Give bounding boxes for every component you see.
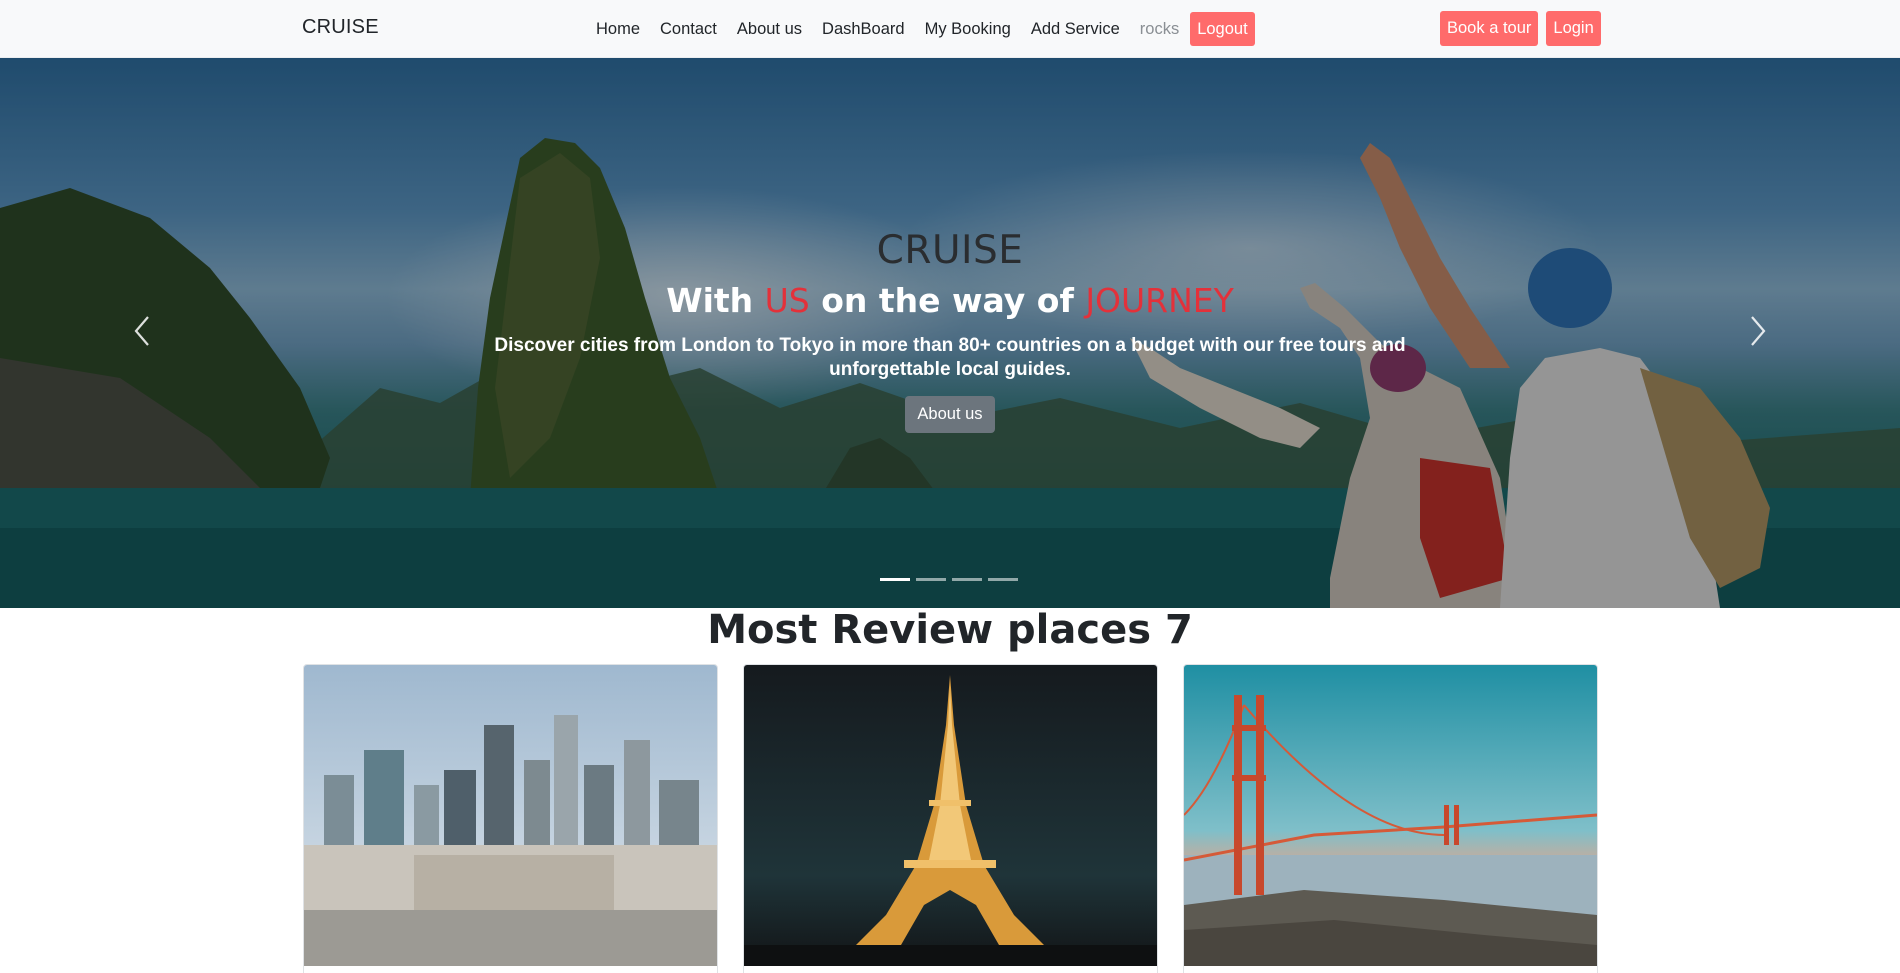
nav-my-booking[interactable]: My Booking — [915, 20, 1021, 39]
nav-home[interactable]: Home — [586, 20, 650, 39]
navbar: CRUISE Home Contact About us DashBoard M… — [0, 0, 1900, 58]
hero-about-us-button[interactable]: About us — [905, 396, 995, 433]
carousel-indicator[interactable] — [880, 578, 910, 581]
nav-dashboard[interactable]: DashBoard — [812, 20, 915, 39]
nav-links: Home Contact About us DashBoard My Booki… — [586, 0, 1255, 58]
hero-subtitle-highlight: US — [764, 281, 810, 320]
nav-contact[interactable]: Contact — [650, 20, 727, 39]
carousel-indicators — [880, 578, 1018, 581]
nav-add-service[interactable]: Add Service — [1021, 20, 1130, 39]
nav-username: rocks — [1139, 19, 1180, 38]
hero-description: Discover cities from London to Tokyo in … — [494, 335, 1406, 380]
brand-logo[interactable]: CRUISE — [302, 16, 379, 39]
carousel-indicator[interactable] — [988, 578, 1018, 581]
hero-subtitle-part: With — [666, 281, 765, 320]
hero-subtitle: With US on the way of JOURNEY — [0, 281, 1900, 320]
carousel-indicator[interactable] — [952, 578, 982, 581]
hero-caption: CRUISE With US on the way of JOURNEY Dis… — [0, 228, 1900, 433]
hero-title: CRUISE — [876, 228, 1024, 273]
golden-gate-bridge-image — [1184, 665, 1597, 966]
place-card[interactable] — [743, 664, 1158, 973]
place-card[interactable] — [1183, 664, 1598, 973]
section-title: Most Review places 7 — [707, 607, 1193, 653]
logout-button[interactable]: Logout — [1190, 12, 1255, 46]
login-button[interactable]: Login — [1546, 11, 1601, 46]
city-skyline-image — [304, 665, 717, 966]
place-cards — [303, 664, 1598, 973]
nav-actions: Book a tour Login — [1440, 11, 1601, 46]
hero-carousel: CRUISE With US on the way of JOURNEY Dis… — [0, 58, 1900, 608]
place-card[interactable] — [303, 664, 718, 973]
eiffel-tower-image — [744, 665, 1157, 966]
nav-about-us[interactable]: About us — [727, 20, 812, 39]
book-tour-button[interactable]: Book a tour — [1440, 11, 1539, 46]
hero-subtitle-part: on the way of — [809, 281, 1086, 320]
hero-subtitle-highlight: JOURNEY — [1085, 281, 1234, 320]
carousel-indicator[interactable] — [916, 578, 946, 581]
